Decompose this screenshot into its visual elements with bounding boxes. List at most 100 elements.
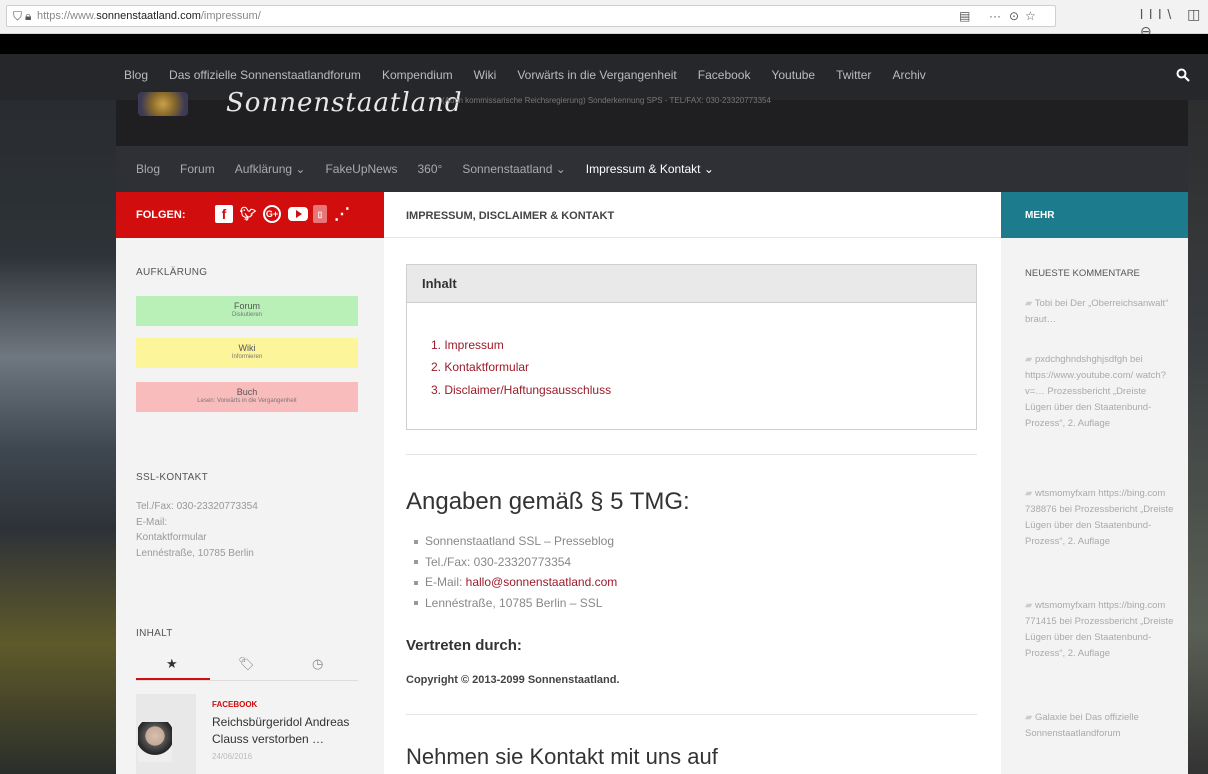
xing-icon[interactable]: ▯: [313, 205, 327, 223]
post-title[interactable]: Reichsbürgeridol Andreas Clauss verstorb…: [212, 714, 362, 748]
site-tagline: (Auch kommissarische Reichsregierung) So…: [442, 96, 771, 105]
shield-icon[interactable]: ⛉: [13, 6, 22, 26]
mainnav-item[interactable]: Forum: [180, 162, 215, 176]
tags-tab-icon[interactable]: 🏷︎: [238, 656, 255, 672]
post-thumbnail-photo: [138, 722, 172, 762]
more-actions-icon[interactable]: ···: [989, 6, 1001, 26]
ssl-kontakt-heading: SSL-KONTAKT: [136, 472, 209, 483]
ssl-address: Lennéstraße, 10785 Berlin: [136, 547, 254, 559]
email-label: E-Mail:: [425, 575, 466, 589]
comment-icon: ▰: [1025, 488, 1035, 499]
comment-text: wtsmomyfxam https://bing.com 771415 bei …: [1025, 600, 1174, 659]
ssl-contact-lines: Tel./Fax: 030-23320773354 E-Mail: Kontak…: [136, 499, 258, 561]
bookmark-star-icon[interactable]: ☆: [1025, 6, 1036, 26]
clock-tab-icon[interactable]: ◷: [312, 656, 323, 672]
address-bar[interactable]: ⛉ 🔒︎ https://www.sonnenstaatland.com/imp…: [6, 5, 1056, 27]
lock-icon: 🔒︎: [25, 9, 32, 23]
heading-kontakt: Nehmen sie Kontakt mit uns auf: [406, 744, 718, 769]
main-navigation: Blog Forum Aufklärung ⌄ FakeUpNews 360° Sonne…: [116, 146, 1188, 192]
comment-item[interactable]: ▰ Galaxie bei Das offizielle Sonnenstaat…: [1025, 710, 1175, 742]
comment-icon: ▰: [1025, 600, 1035, 611]
url-prefix: https://www.: [37, 10, 97, 22]
comment-item[interactable]: ▰ wtsmomyfxam https://bing.com 771415 be…: [1025, 598, 1175, 662]
toc-link-disclaimer[interactable]: 3. Disclaimer/Haftungsausschluss: [431, 383, 611, 397]
search-icon[interactable]: [1176, 68, 1190, 82]
content-header: IMPRESSUM, DISCLAIMER & KONTAKT: [384, 192, 1001, 238]
buch-button-sub: Lesen: Vorwärts in die Vergangenheit: [197, 398, 297, 404]
pocket-icon[interactable]: ⊙: [1009, 6, 1019, 26]
buch-button-title: Buch: [236, 387, 258, 397]
post-date: 24/06/2016: [212, 752, 253, 761]
comment-item[interactable]: ▰ wtsmomyfxam https://bing.com 738876 be…: [1025, 486, 1175, 550]
divider: [406, 714, 977, 715]
topnav-item[interactable]: Wiki: [474, 68, 497, 82]
comment-icon: ▰: [1025, 298, 1035, 309]
comment-item[interactable]: ▰ Tobi bei Der „Oberreichsanwalt“ braut…: [1025, 296, 1175, 328]
ssl-phone: Tel./Fax: 030-23320773354: [136, 501, 258, 512]
youtube-icon[interactable]: [287, 205, 309, 223]
black-bar: [0, 34, 1208, 54]
comment-text: wtsmomyfxam https://bing.com 738876 bei …: [1025, 488, 1174, 547]
list-item-email: E-Mail: hallo@sonnenstaatland.com: [414, 575, 617, 596]
ssl-email[interactable]: E-Mail:: [136, 515, 258, 531]
toc-link-kontaktformular[interactable]: 2. Kontaktformular: [431, 360, 529, 374]
mainnav-item[interactable]: Sonnenstaatland ⌄: [462, 162, 565, 176]
facebook-icon[interactable]: f: [215, 205, 233, 223]
topnav-item[interactable]: Das offizielle Sonnenstaatlandforum: [169, 68, 361, 82]
buch-button[interactable]: Buch Lesen: Vorwärts in die Vergangenheit: [136, 382, 358, 412]
post-category[interactable]: FACEBOOK: [212, 700, 257, 709]
forum-button[interactable]: Forum Diskutieren: [136, 296, 358, 326]
mainnav-item[interactable]: Aufklärung ⌄: [235, 162, 306, 176]
topnav-item[interactable]: Facebook: [698, 68, 751, 82]
wiki-button-sub: Informieren: [231, 354, 263, 360]
site-header: Sonnenstaatland (Auch kommissarische Rei…: [116, 88, 1188, 146]
rss-icon[interactable]: ⋰: [333, 205, 351, 223]
heading-angaben: Angaben gemäß § 5 TMG:: [406, 488, 690, 515]
mehr-label: MEHR: [1025, 210, 1055, 221]
google-plus-icon[interactable]: G+: [263, 205, 281, 223]
star-tab-icon[interactable]: ★: [166, 656, 178, 672]
topnav-item[interactable]: Archiv: [892, 68, 925, 82]
tab-divider: [136, 680, 358, 681]
toc-link-impressum[interactable]: 1. Impressum: [431, 338, 504, 352]
site-logo-text[interactable]: Sonnenstaatland: [226, 88, 463, 118]
mainnav-item[interactable]: FakeUpNews: [325, 162, 397, 176]
inhalt-heading: INHALT: [136, 628, 173, 639]
ssl-contact-form-link[interactable]: Kontaktformular: [136, 530, 258, 546]
topnav-item[interactable]: Blog: [124, 68, 148, 82]
topnav-item[interactable]: Kompendium: [382, 68, 453, 82]
wiki-button-title: Wiki: [238, 343, 256, 353]
topnav-item[interactable]: Vorwärts in die Vergangenheit: [517, 68, 676, 82]
wiki-button[interactable]: Wiki Informieren: [136, 338, 358, 368]
topnav-item[interactable]: Twitter: [836, 68, 871, 82]
follow-bar: FOLGEN: f 🐦︎ G+ ▯ ⋰: [116, 192, 384, 238]
follow-label: FOLGEN:: [136, 209, 186, 221]
mainnav-item[interactable]: Impressum & Kontakt ⌄: [586, 162, 714, 176]
url-domain: sonnenstaatland.com: [96, 10, 201, 22]
comment-icon: ▰: [1025, 354, 1035, 365]
copyright-text: Copyright © 2013-2099 Sonnenstaatland.: [406, 674, 620, 686]
mainnav-item[interactable]: Blog: [136, 162, 160, 176]
toc-title: Inhalt: [407, 265, 976, 303]
email-link[interactable]: hallo@sonnenstaatland.com: [466, 575, 618, 589]
mainnav-item[interactable]: 360°: [418, 162, 443, 176]
twitter-icon[interactable]: 🐦︎: [239, 205, 257, 223]
reader-view-icon[interactable]: ▤: [959, 6, 970, 26]
comment-item[interactable]: ▰ pxdchghndshghjsdfgh bei https://www.yo…: [1025, 352, 1175, 432]
page-title: IMPRESSUM, DISCLAIMER & KONTAKT: [406, 210, 615, 222]
comment-text: Tobi bei Der „Oberreichsanwalt“ braut…: [1025, 298, 1169, 325]
content-tabs: ★ 🏷︎ ◷: [136, 654, 358, 678]
main-content: IMPRESSUM, DISCLAIMER & KONTAKT Inhalt 1…: [384, 192, 1001, 774]
comment-text: Galaxie bei Das offizielle Sonnenstaatla…: [1025, 712, 1139, 739]
topnav-item[interactable]: Youtube: [771, 68, 815, 82]
divider: [406, 454, 977, 455]
recent-comments-heading: NEUESTE KOMMENTARE: [1025, 268, 1140, 279]
background-image-left: [0, 54, 116, 774]
aufklaerung-heading: AUFKLÄRUNG: [136, 267, 208, 278]
logo-emblem[interactable]: [138, 92, 188, 116]
browser-toolbar: ⛉ 🔒︎ https://www.sonnenstaatland.com/imp…: [0, 0, 1208, 39]
table-of-contents: Inhalt 1. Impressum 2. Kontaktformular 3…: [406, 264, 977, 430]
list-item: Tel./Fax: 030-23320773354: [414, 555, 617, 576]
comment-text: pxdchghndshghjsdfgh bei https://www.yout…: [1025, 354, 1166, 429]
comment-icon: ▰: [1025, 712, 1035, 723]
